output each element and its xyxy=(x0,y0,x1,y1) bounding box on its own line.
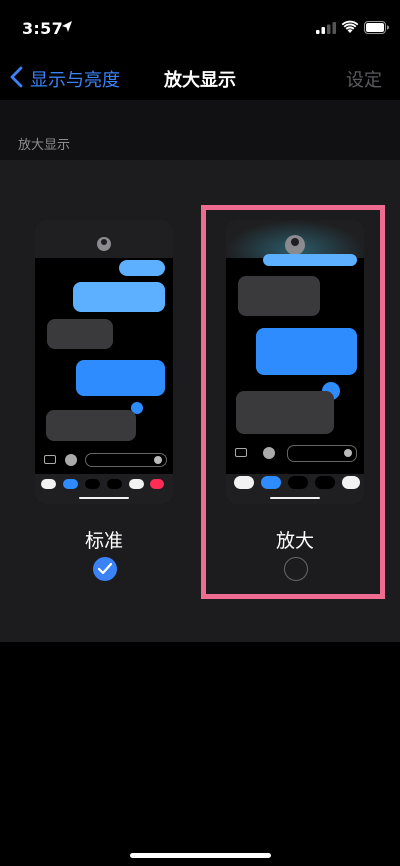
highlight-box xyxy=(201,205,385,599)
message-bubble-sent xyxy=(76,360,165,396)
location-arrow-icon xyxy=(62,21,72,32)
drawer-app-icon xyxy=(150,479,164,489)
camera-icon xyxy=(44,455,56,464)
preview-header xyxy=(35,220,173,258)
page-title: 放大显示 xyxy=(164,70,236,91)
drawer-app-icon xyxy=(41,479,56,489)
checkmark-icon[interactable] xyxy=(93,557,117,581)
battery-icon xyxy=(364,21,389,34)
preview-app-drawer xyxy=(35,474,173,504)
drawer-app-icon xyxy=(85,479,100,489)
drawer-app-icon xyxy=(107,479,122,489)
drawer-app-icon xyxy=(129,479,144,489)
message-bubble-received xyxy=(47,319,113,349)
app-store-icon xyxy=(65,454,77,466)
option-standard-label: 标准 xyxy=(84,530,123,552)
wifi-icon xyxy=(341,20,359,33)
cellular-signal-icon xyxy=(316,22,336,34)
message-input xyxy=(85,453,167,467)
contact-avatar-icon xyxy=(97,237,111,251)
home-indicator xyxy=(130,853,271,858)
preview-home-indicator xyxy=(79,497,129,499)
status-bar: 3:57 xyxy=(0,0,400,58)
drawer-app-icon xyxy=(63,479,78,489)
microphone-icon xyxy=(154,456,162,464)
message-bubble-received xyxy=(46,410,136,441)
message-bubble-sent xyxy=(119,260,165,276)
set-button[interactable]: 设定 xyxy=(346,66,382,92)
message-bubble-sent xyxy=(73,282,165,312)
status-time: 3:57 xyxy=(22,19,63,38)
navigation-bar: 显示与亮度 放大显示 设定 xyxy=(0,58,400,100)
standard-preview xyxy=(35,220,173,504)
section-header: 放大显示 xyxy=(18,138,71,153)
preview-messages xyxy=(35,258,173,474)
